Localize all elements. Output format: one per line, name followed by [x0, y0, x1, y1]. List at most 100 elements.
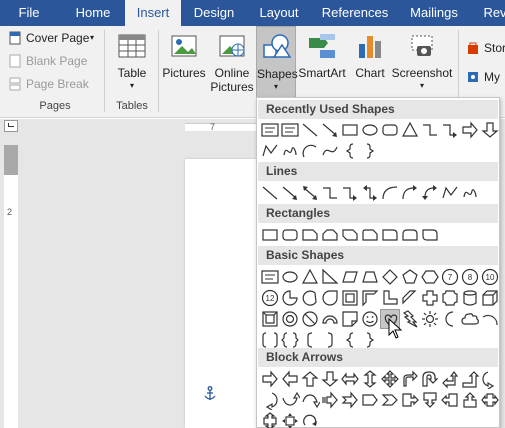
shape-sniprd[interactable] [360, 225, 380, 245]
shape-curvedbl[interactable] [420, 183, 440, 203]
shape-cloud[interactable] [460, 309, 480, 329]
shape-downarrow[interactable] [320, 369, 340, 389]
shape-foldedcorner[interactable] [340, 309, 360, 329]
shape-udarrow[interactable] [360, 369, 380, 389]
shape-curvleft[interactable] [260, 390, 280, 410]
shape-freeform[interactable] [260, 141, 280, 161]
shape-rect[interactable] [260, 225, 280, 245]
shape-elbow[interactable] [420, 120, 440, 140]
shape-textbox[interactable] [260, 120, 280, 140]
shape-frame[interactable] [340, 288, 360, 308]
shape-textbox[interactable] [280, 120, 300, 140]
shape-freeform[interactable] [440, 183, 460, 203]
shape-lbrace[interactable] [340, 141, 360, 161]
tab-mailings[interactable]: Mailings [402, 0, 466, 26]
horizontal-ruler[interactable]: 7 [185, 122, 258, 132]
shape-num7[interactable]: 7 [440, 267, 460, 287]
shape-curvup[interactable] [280, 390, 300, 410]
document-page[interactable] [185, 159, 265, 428]
shape-line[interactable] [300, 120, 320, 140]
shape-oval[interactable] [280, 267, 300, 287]
shape-arrowline[interactable] [280, 183, 300, 203]
shape-lightning[interactable] [400, 309, 420, 329]
shape-bevel[interactable] [260, 309, 280, 329]
shape-notchedarrow[interactable] [340, 390, 360, 410]
shape-arc[interactable] [300, 141, 320, 161]
shape-downarrow[interactable] [480, 120, 500, 140]
cover-page-button[interactable]: Cover Page ▾ [6, 28, 106, 48]
shape-curve[interactable] [380, 183, 400, 203]
shape-nosymbol[interactable] [300, 309, 320, 329]
shape-lbrace[interactable] [340, 330, 360, 350]
shape-line[interactable] [260, 183, 280, 203]
shape-elbow[interactable] [320, 183, 340, 203]
shape-bentarrow[interactable] [400, 369, 420, 389]
shape-rounddiag[interactable] [420, 225, 440, 245]
shape-oval[interactable] [360, 120, 380, 140]
shape-rbracket[interactable] [320, 330, 340, 350]
shape-moon[interactable] [440, 309, 460, 329]
shape-rightcallout[interactable] [400, 390, 420, 410]
shape-smiley[interactable] [360, 309, 380, 329]
shape-trapezoid[interactable] [360, 267, 380, 287]
shape-arrowline[interactable] [320, 120, 340, 140]
shape-pentagon[interactable] [400, 267, 420, 287]
table-button[interactable]: Table ▾ [108, 26, 156, 100]
shape-rbrace[interactable] [360, 141, 380, 161]
shape-downcallout[interactable] [420, 390, 440, 410]
shape-quadarrow[interactable] [380, 369, 400, 389]
tab-review[interactable]: Rev [480, 0, 505, 26]
tab-layout[interactable]: Layout [251, 0, 307, 26]
shape-rrect[interactable] [280, 225, 300, 245]
blank-page-button[interactable]: Blank Page [6, 51, 106, 71]
shape-num10[interactable]: 10 [480, 267, 500, 287]
tab-selector-button[interactable] [4, 120, 18, 132]
shape-round2[interactable] [400, 225, 420, 245]
screenshot-button[interactable]: Screenshot ▾ [390, 26, 454, 100]
shape-snipdiag[interactable] [340, 225, 360, 245]
store-button[interactable]: Stor [464, 38, 505, 58]
shape-uparrow[interactable] [300, 369, 320, 389]
shape-snip1[interactable] [300, 225, 320, 245]
page-break-button[interactable]: Page Break [6, 74, 106, 94]
chart-button[interactable]: Chart [350, 26, 390, 100]
shape-lbracket[interactable] [300, 330, 320, 350]
smartart-button[interactable]: SmartArt [296, 26, 348, 100]
shape-sun[interactable] [420, 309, 440, 329]
shape-elbowarrow[interactable] [340, 183, 360, 203]
shape-rtriangle[interactable] [320, 267, 340, 287]
my-addins-button[interactable]: My [464, 67, 505, 87]
shape-lrarrow[interactable] [340, 369, 360, 389]
shape-num12[interactable]: 12 [260, 288, 280, 308]
shape-triangle[interactable] [300, 267, 320, 287]
shape-elbowdbl[interactable] [360, 183, 380, 203]
vertical-ruler[interactable]: 2 [4, 145, 18, 428]
shape-blockarc[interactable] [320, 309, 340, 329]
tab-file[interactable]: File [0, 0, 58, 26]
shape-curvedline[interactable] [320, 141, 340, 161]
shape-lrcallout[interactable] [480, 390, 500, 410]
shape-quadcallout[interactable] [280, 411, 300, 428]
shape-chord[interactable] [300, 288, 320, 308]
shape-pentagonarrow[interactable] [360, 390, 380, 410]
shape-halfframe[interactable] [360, 288, 380, 308]
shape-scribble[interactable] [460, 183, 480, 203]
shapes-button[interactable]: Shapes ▾ [256, 26, 298, 100]
shape-udcallout[interactable] [260, 411, 280, 428]
tab-insert[interactable]: Insert [125, 0, 181, 26]
shape-diamond[interactable] [380, 267, 400, 287]
shape-cross[interactable] [420, 288, 440, 308]
shape-upcallout[interactable] [460, 390, 480, 410]
shape-elbowarrow[interactable] [440, 120, 460, 140]
shape-curvright[interactable] [480, 369, 500, 389]
shape-can[interactable] [460, 288, 480, 308]
shape-bentup[interactable] [460, 369, 480, 389]
shape-parallelogram[interactable] [340, 267, 360, 287]
tab-design[interactable]: Design [186, 0, 242, 26]
shape-pie[interactable] [280, 288, 300, 308]
online-pictures-button[interactable]: Online Pictures [208, 26, 256, 100]
shape-dblbrace[interactable] [280, 330, 300, 350]
shape-cube[interactable] [480, 288, 500, 308]
shape-leftarrow[interactable] [280, 369, 300, 389]
shape-hexagon[interactable] [420, 267, 440, 287]
